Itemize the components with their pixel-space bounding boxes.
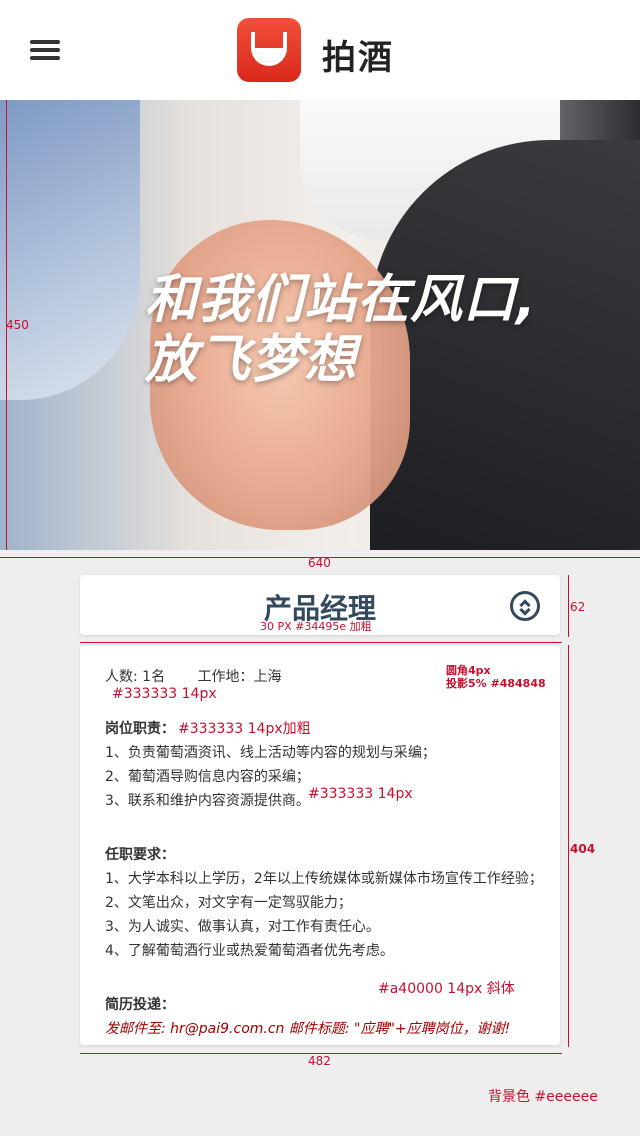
requirements-heading: 任职要求： xyxy=(105,847,175,863)
anno-card-height: 404 xyxy=(570,842,596,856)
menu-icon[interactable] xyxy=(30,40,60,62)
anno-duty-head-spec: #333333 14px加粗 xyxy=(178,721,311,737)
logo-icon[interactable] xyxy=(237,18,301,82)
anno-resume-spec: #a40000 14px 斜体 xyxy=(378,981,515,997)
anno-info-spec: #333333 14px xyxy=(112,686,217,702)
banner-title-line2: 放飞梦想 xyxy=(145,330,358,390)
anno-banner-height: 450 xyxy=(6,318,29,332)
anno-card-height-line xyxy=(568,645,569,1047)
anno-title-height: 62 xyxy=(570,600,586,614)
banner-image-sleeve xyxy=(0,100,140,400)
brand-name: 拍酒 xyxy=(322,38,394,78)
anno-banner-width: 640 xyxy=(308,556,331,570)
requirement-item: 2、文笔出众，对文字有一定驾驭能力； xyxy=(105,895,352,911)
resume-email-line[interactable]: 发邮件至: hr@pai9.com.cn 邮件标题: "应聘"+应聘岗位，谢谢! xyxy=(105,1017,535,1041)
duty-item: 1、负责葡萄酒资讯、线上活动等内容的规划与采编； xyxy=(105,745,436,761)
headcount: 人数: 1名 xyxy=(105,669,166,685)
banner-title-line1: 和我们站在风口, xyxy=(145,270,537,330)
anno-title-font: 30 PX #34495e 加粗 xyxy=(260,620,372,633)
anno-card-shadow: 投影5% #484848 xyxy=(446,677,546,690)
anno-duty-spec: #333333 14px xyxy=(308,786,413,802)
app-header: 拍酒 xyxy=(0,0,640,100)
banner-title: 和我们站在风口, 放飞梦想 xyxy=(145,270,565,390)
anno-bg-note: 背景色 #eeeeee xyxy=(488,1089,598,1105)
expand-collapse-icon[interactable] xyxy=(510,591,540,621)
hero-banner: 和我们站在风口, 放飞梦想 xyxy=(0,100,640,550)
requirement-item: 3、为人诚实、做事认真，对工作有责任心。 xyxy=(105,919,380,935)
anno-title-height-line xyxy=(568,575,569,637)
requirement-item: 1、大学本科以上学历，2年以上传统媒体或新媒体市场宣传工作经验； xyxy=(105,871,543,887)
duties-heading: 岗位职责： xyxy=(105,721,175,737)
requirement-item: 4、了解葡萄酒行业或热爱葡萄酒者优先考虑。 xyxy=(105,943,394,959)
anno-card-width: 482 xyxy=(308,1054,331,1068)
work-location: 工作地：上海 xyxy=(197,669,282,685)
